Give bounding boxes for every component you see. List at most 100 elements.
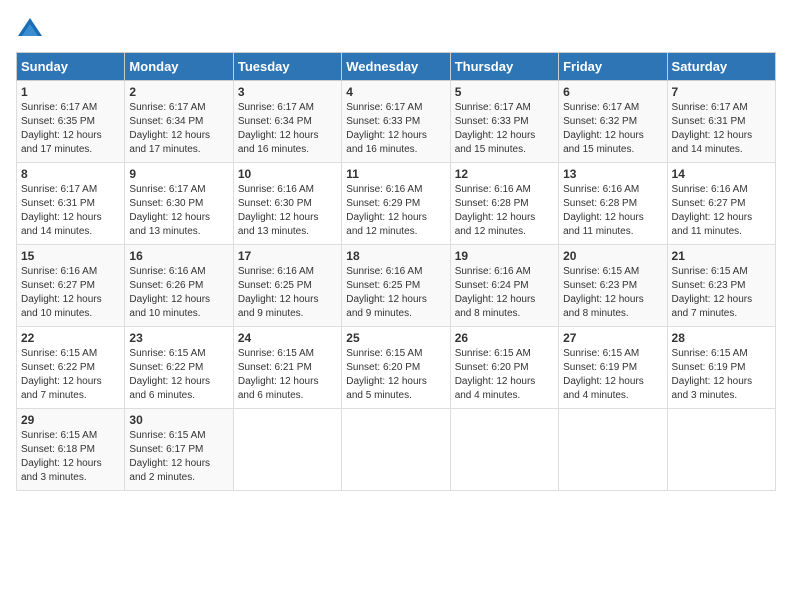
sunset-label: Sunset: 6:23 PM — [672, 280, 746, 291]
sunset-label: Sunset: 6:28 PM — [563, 198, 637, 209]
day-number: 1 — [21, 85, 120, 99]
sunrise-label: Sunrise: 6:15 AM — [129, 430, 205, 441]
logo-icon — [16, 16, 44, 44]
day-info: Sunrise: 6:17 AM Sunset: 6:35 PM Dayligh… — [21, 101, 120, 157]
sunset-label: Sunset: 6:18 PM — [21, 444, 95, 455]
daylight-label: Daylight: 12 hours and 16 minutes. — [346, 130, 427, 155]
weekday-header-thursday: Thursday — [450, 53, 558, 81]
daylight-label: Daylight: 12 hours and 13 minutes. — [129, 212, 210, 237]
day-number: 16 — [129, 249, 228, 263]
daylight-label: Daylight: 12 hours and 5 minutes. — [346, 376, 427, 401]
day-number: 24 — [238, 331, 337, 345]
day-number: 18 — [346, 249, 445, 263]
sunrise-label: Sunrise: 6:17 AM — [346, 102, 422, 113]
day-info: Sunrise: 6:15 AM Sunset: 6:19 PM Dayligh… — [563, 347, 662, 403]
daylight-label: Daylight: 12 hours and 4 minutes. — [563, 376, 644, 401]
day-info: Sunrise: 6:15 AM Sunset: 6:20 PM Dayligh… — [455, 347, 554, 403]
sunset-label: Sunset: 6:23 PM — [563, 280, 637, 291]
daylight-label: Daylight: 12 hours and 12 minutes. — [455, 212, 536, 237]
sunset-label: Sunset: 6:33 PM — [455, 116, 529, 127]
day-info: Sunrise: 6:15 AM Sunset: 6:19 PM Dayligh… — [672, 347, 771, 403]
sunrise-label: Sunrise: 6:16 AM — [346, 266, 422, 277]
sunrise-label: Sunrise: 6:15 AM — [238, 348, 314, 359]
day-info: Sunrise: 6:16 AM Sunset: 6:27 PM Dayligh… — [672, 183, 771, 239]
calendar-cell: 17 Sunrise: 6:16 AM Sunset: 6:25 PM Dayl… — [233, 245, 341, 327]
day-number: 7 — [672, 85, 771, 99]
sunset-label: Sunset: 6:21 PM — [238, 362, 312, 373]
sunset-label: Sunset: 6:29 PM — [346, 198, 420, 209]
day-info: Sunrise: 6:17 AM Sunset: 6:32 PM Dayligh… — [563, 101, 662, 157]
day-number: 13 — [563, 167, 662, 181]
day-info: Sunrise: 6:15 AM Sunset: 6:22 PM Dayligh… — [129, 347, 228, 403]
day-number: 26 — [455, 331, 554, 345]
sunrise-label: Sunrise: 6:16 AM — [672, 184, 748, 195]
weekday-header-saturday: Saturday — [667, 53, 775, 81]
daylight-label: Daylight: 12 hours and 7 minutes. — [672, 294, 753, 319]
day-info: Sunrise: 6:16 AM Sunset: 6:30 PM Dayligh… — [238, 183, 337, 239]
daylight-label: Daylight: 12 hours and 9 minutes. — [346, 294, 427, 319]
calendar-cell: 7 Sunrise: 6:17 AM Sunset: 6:31 PM Dayli… — [667, 81, 775, 163]
daylight-label: Daylight: 12 hours and 14 minutes. — [672, 130, 753, 155]
daylight-label: Daylight: 12 hours and 15 minutes. — [455, 130, 536, 155]
daylight-label: Daylight: 12 hours and 17 minutes. — [129, 130, 210, 155]
calendar-cell: 25 Sunrise: 6:15 AM Sunset: 6:20 PM Dayl… — [342, 327, 450, 409]
day-number: 21 — [672, 249, 771, 263]
day-number: 15 — [21, 249, 120, 263]
sunrise-label: Sunrise: 6:17 AM — [21, 184, 97, 195]
calendar-cell: 21 Sunrise: 6:15 AM Sunset: 6:23 PM Dayl… — [667, 245, 775, 327]
calendar-week-1: 1 Sunrise: 6:17 AM Sunset: 6:35 PM Dayli… — [17, 81, 776, 163]
sunrise-label: Sunrise: 6:15 AM — [563, 348, 639, 359]
logo — [16, 16, 48, 44]
calendar-cell: 1 Sunrise: 6:17 AM Sunset: 6:35 PM Dayli… — [17, 81, 125, 163]
sunset-label: Sunset: 6:25 PM — [346, 280, 420, 291]
sunset-label: Sunset: 6:33 PM — [346, 116, 420, 127]
calendar-cell: 28 Sunrise: 6:15 AM Sunset: 6:19 PM Dayl… — [667, 327, 775, 409]
sunset-label: Sunset: 6:20 PM — [346, 362, 420, 373]
day-info: Sunrise: 6:15 AM Sunset: 6:23 PM Dayligh… — [563, 265, 662, 321]
daylight-label: Daylight: 12 hours and 11 minutes. — [563, 212, 644, 237]
sunrise-label: Sunrise: 6:16 AM — [238, 184, 314, 195]
day-number: 2 — [129, 85, 228, 99]
calendar-cell: 18 Sunrise: 6:16 AM Sunset: 6:25 PM Dayl… — [342, 245, 450, 327]
weekday-header-sunday: Sunday — [17, 53, 125, 81]
calendar-cell: 2 Sunrise: 6:17 AM Sunset: 6:34 PM Dayli… — [125, 81, 233, 163]
calendar-cell: 6 Sunrise: 6:17 AM Sunset: 6:32 PM Dayli… — [559, 81, 667, 163]
sunset-label: Sunset: 6:22 PM — [21, 362, 95, 373]
calendar-cell — [233, 409, 341, 491]
sunset-label: Sunset: 6:17 PM — [129, 444, 203, 455]
sunset-label: Sunset: 6:27 PM — [21, 280, 95, 291]
day-number: 25 — [346, 331, 445, 345]
sunset-label: Sunset: 6:19 PM — [563, 362, 637, 373]
daylight-label: Daylight: 12 hours and 6 minutes. — [129, 376, 210, 401]
sunset-label: Sunset: 6:31 PM — [21, 198, 95, 209]
day-info: Sunrise: 6:17 AM Sunset: 6:34 PM Dayligh… — [238, 101, 337, 157]
daylight-label: Daylight: 12 hours and 3 minutes. — [21, 458, 102, 483]
day-number: 27 — [563, 331, 662, 345]
daylight-label: Daylight: 12 hours and 11 minutes. — [672, 212, 753, 237]
calendar-cell: 3 Sunrise: 6:17 AM Sunset: 6:34 PM Dayli… — [233, 81, 341, 163]
day-info: Sunrise: 6:17 AM Sunset: 6:33 PM Dayligh… — [455, 101, 554, 157]
sunset-label: Sunset: 6:30 PM — [129, 198, 203, 209]
sunrise-label: Sunrise: 6:17 AM — [129, 102, 205, 113]
day-info: Sunrise: 6:16 AM Sunset: 6:25 PM Dayligh… — [346, 265, 445, 321]
daylight-label: Daylight: 12 hours and 10 minutes. — [21, 294, 102, 319]
sunrise-label: Sunrise: 6:15 AM — [21, 430, 97, 441]
weekday-header-friday: Friday — [559, 53, 667, 81]
day-number: 5 — [455, 85, 554, 99]
day-info: Sunrise: 6:17 AM Sunset: 6:31 PM Dayligh… — [672, 101, 771, 157]
sunrise-label: Sunrise: 6:16 AM — [21, 266, 97, 277]
calendar-cell: 20 Sunrise: 6:15 AM Sunset: 6:23 PM Dayl… — [559, 245, 667, 327]
weekday-header-wednesday: Wednesday — [342, 53, 450, 81]
sunrise-label: Sunrise: 6:17 AM — [672, 102, 748, 113]
calendar-cell: 5 Sunrise: 6:17 AM Sunset: 6:33 PM Dayli… — [450, 81, 558, 163]
calendar-week-2: 8 Sunrise: 6:17 AM Sunset: 6:31 PM Dayli… — [17, 163, 776, 245]
calendar-cell: 19 Sunrise: 6:16 AM Sunset: 6:24 PM Dayl… — [450, 245, 558, 327]
calendar-cell — [559, 409, 667, 491]
sunrise-label: Sunrise: 6:17 AM — [563, 102, 639, 113]
sunrise-label: Sunrise: 6:15 AM — [563, 266, 639, 277]
weekday-header-row: SundayMondayTuesdayWednesdayThursdayFrid… — [17, 53, 776, 81]
day-info: Sunrise: 6:15 AM Sunset: 6:18 PM Dayligh… — [21, 429, 120, 485]
calendar-cell: 16 Sunrise: 6:16 AM Sunset: 6:26 PM Dayl… — [125, 245, 233, 327]
calendar-cell: 24 Sunrise: 6:15 AM Sunset: 6:21 PM Dayl… — [233, 327, 341, 409]
sunrise-label: Sunrise: 6:15 AM — [129, 348, 205, 359]
